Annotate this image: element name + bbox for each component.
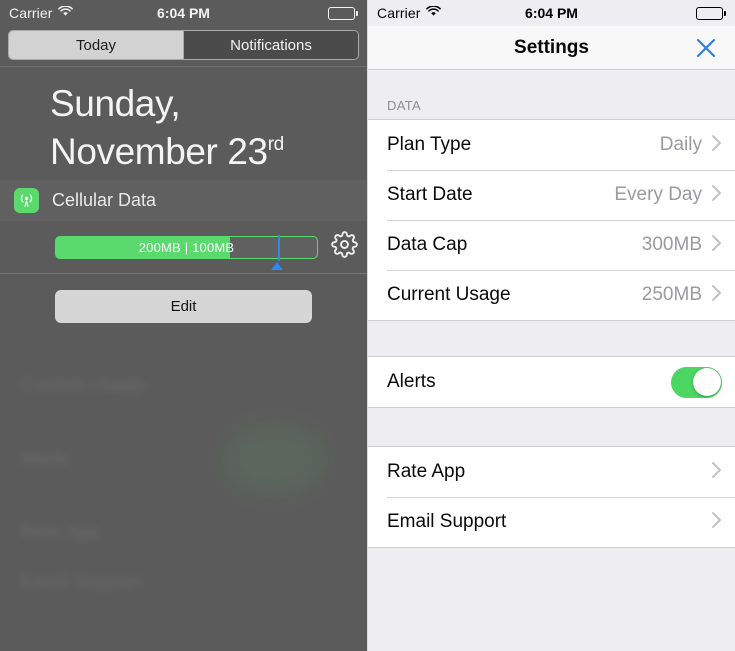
data-usage-bar-row: 200MB | 100MB (0, 221, 367, 273)
section-header-data: DATA (387, 98, 421, 113)
chevron-right-icon (711, 134, 722, 157)
tab-notifications[interactable]: Notifications (184, 31, 358, 59)
table-row[interactable]: Alerts (368, 357, 735, 407)
chevron-right-icon (711, 284, 722, 307)
widget-title: Cellular Data (52, 190, 157, 210)
row-label-plan-type: Plan Type (387, 134, 472, 155)
status-bar-left: Carrier 6:04 PM (0, 0, 367, 26)
table-row[interactable]: Data Cap 300MB (368, 220, 735, 270)
settings-panel: Carrier 6:04 PM Settings DATA Plan Type … (367, 0, 735, 651)
ghost-row-alerts: Alerts (20, 449, 70, 470)
ghost-row-current-usage: Current Usage (20, 375, 147, 396)
row-value-plan-type: Daily (659, 134, 702, 155)
text-caret-handle[interactable] (270, 261, 283, 270)
edit-button-row: Edit (0, 274, 367, 323)
toggle-knob (692, 368, 721, 396)
segmented-control[interactable]: Today Notifications Se (0, 26, 367, 66)
page-title: Settings (514, 36, 589, 58)
edit-button[interactable]: Edit (55, 290, 312, 323)
settings-group-support: Rate App Email Support (368, 446, 735, 548)
row-value-current-usage: 250MB (641, 284, 702, 305)
date-line-weekday: Sunday, (50, 83, 181, 124)
row-label-data-cap: Data Cap (387, 234, 468, 255)
notification-center-panel: Carrier 6:04 PM Today Notifications Se S… (0, 0, 367, 651)
today-view-body: Sunday, November 23rd Cellular Data 200M… (0, 67, 367, 651)
ghost-toggle-blob (222, 422, 327, 497)
ghost-settings-layer: Current Usage Alerts Rate App Email Supp… (0, 367, 367, 651)
settings-group-alerts: Alerts (368, 356, 735, 408)
clock-label: 6:04 PM (525, 5, 578, 21)
chevron-right-icon (711, 184, 722, 207)
date-header: Sunday, November 23rd (0, 67, 367, 180)
date-monthday-text: November 23 (50, 131, 268, 172)
row-label-start-date: Start Date (387, 184, 473, 205)
close-icon[interactable] (692, 34, 720, 62)
gear-icon[interactable] (331, 231, 358, 263)
table-row[interactable]: Plan Type Daily (368, 120, 735, 170)
text-caret (277, 234, 280, 261)
tab-today[interactable]: Today (9, 31, 183, 59)
date-ordinal-suffix: rd (267, 134, 285, 155)
segmented-control-track: Today Notifications (8, 30, 359, 60)
clock-label: 6:04 PM (157, 5, 210, 21)
row-value-start-date: Every Day (614, 184, 702, 205)
widget-header: Cellular Data (0, 180, 367, 221)
settings-footer-space (368, 548, 735, 651)
row-label-alerts: Alerts (387, 371, 436, 392)
cellular-data-icon (14, 188, 39, 213)
status-bar-right: Carrier 6:04 PM (368, 0, 735, 26)
alerts-toggle[interactable] (671, 366, 722, 398)
section-gap-alerts (368, 321, 735, 356)
chevron-right-icon (711, 511, 722, 534)
ghost-row-email-support: Email Support (20, 572, 142, 593)
row-label-rate-app: Rate App (387, 461, 466, 482)
row-label-current-usage: Current Usage (387, 284, 511, 305)
table-row[interactable]: Rate App (368, 447, 735, 497)
chevron-right-icon (711, 461, 722, 484)
table-row[interactable]: Current Usage 250MB (368, 270, 735, 320)
section-gap-support (368, 408, 735, 446)
data-usage-progress-bar[interactable]: 200MB | 100MB (55, 234, 318, 270)
chevron-right-icon (711, 234, 722, 257)
table-row[interactable]: Start Date Every Day (368, 170, 735, 220)
navigation-bar: Settings (368, 26, 735, 70)
dual-screenshot: Carrier 6:04 PM Today Notifications Se S… (0, 0, 735, 651)
date-line-monthday: November 23rd (50, 124, 367, 172)
row-label-email-support: Email Support (387, 511, 507, 532)
table-row[interactable]: Email Support (368, 497, 735, 547)
ghost-row-rate-app: Rate App (20, 522, 100, 543)
settings-group-data: Plan Type Daily Start Date Every Day Dat… (368, 119, 735, 321)
row-value-data-cap: 300MB (641, 234, 702, 255)
